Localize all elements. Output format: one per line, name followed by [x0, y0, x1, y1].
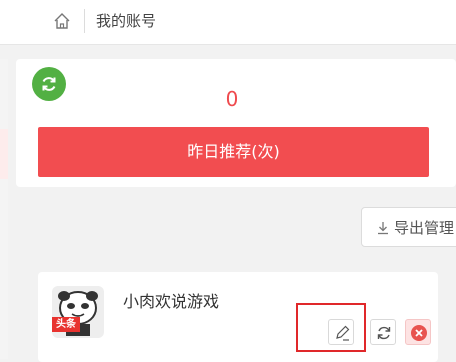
page-gap [0, 45, 456, 59]
left-edge-accent [0, 129, 8, 179]
avatar: 头条 [52, 286, 104, 338]
home-icon[interactable] [53, 12, 71, 30]
download-icon [376, 220, 390, 235]
sync-button[interactable] [370, 319, 396, 345]
close-icon [411, 325, 427, 341]
highlight-box [296, 303, 366, 352]
left-page-edge [0, 59, 8, 359]
refresh-icon[interactable] [32, 67, 66, 101]
avatar-tag: 头条 [52, 317, 80, 332]
export-label: 导出管理 [394, 219, 455, 237]
export-button[interactable]: 导出管理 [361, 207, 456, 247]
stat-value: 0 [225, 87, 239, 111]
breadcrumb-current: 我的账号 [96, 12, 157, 30]
top-bar: 我的账号 [0, 0, 456, 45]
stat-label: 昨日推荐(次) [187, 142, 280, 161]
breadcrumb-divider [84, 9, 85, 33]
delete-button[interactable] [405, 319, 431, 345]
account-name: 小肉欢说游戏 [123, 292, 220, 311]
sync-icon [377, 326, 391, 340]
stat-label-bar: 昨日推荐(次) [38, 127, 429, 177]
